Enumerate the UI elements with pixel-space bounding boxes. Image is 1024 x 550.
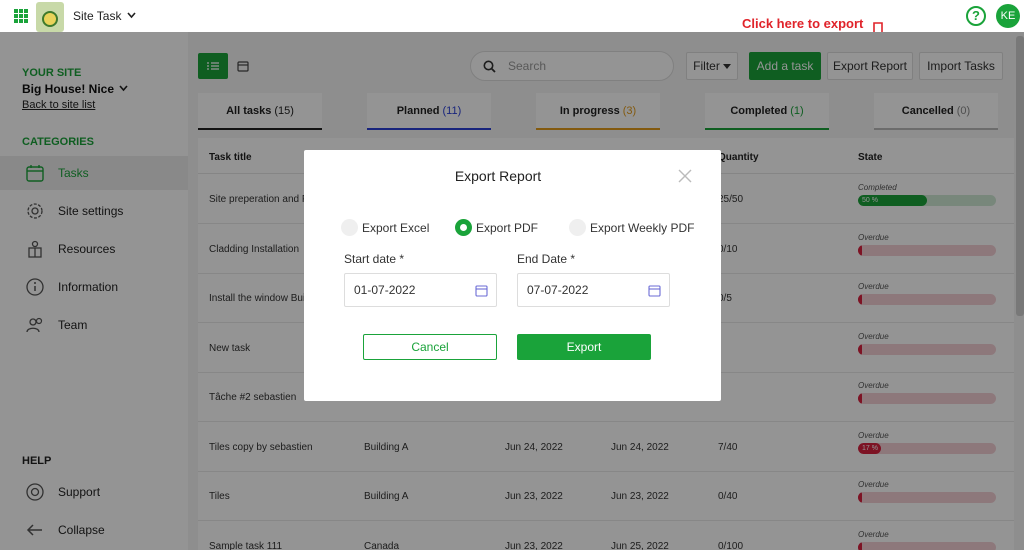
end-date-value: 07-07-2022	[527, 283, 589, 297]
apps-grid-icon[interactable]	[14, 9, 28, 23]
radio-label: Export PDF	[476, 220, 539, 235]
site-logo	[36, 2, 64, 32]
radio-button-selected-icon	[455, 219, 472, 236]
start-date-value: 01-07-2022	[354, 283, 416, 297]
radio-export-weekly-pdf[interactable]: Export Weekly PDF	[569, 219, 694, 236]
radio-export-pdf[interactable]: Export PDF	[455, 219, 538, 236]
cancel-button[interactable]: Cancel	[363, 334, 497, 360]
site-switcher[interactable]: Site Task	[73, 9, 136, 23]
radio-button-icon	[341, 219, 358, 236]
export-report-modal: Export Report Export Excel Export PDF Ex…	[304, 150, 721, 401]
close-icon[interactable]	[676, 167, 694, 185]
calendar-icon[interactable]	[648, 284, 661, 297]
calendar-icon[interactable]	[475, 284, 488, 297]
help-icon[interactable]: ?	[966, 6, 986, 26]
chevron-down-icon	[127, 12, 136, 19]
radio-button-icon	[569, 219, 586, 236]
start-date-field[interactable]: 01-07-2022	[344, 273, 497, 307]
radio-export-excel[interactable]: Export Excel	[341, 219, 429, 236]
radio-label: Export Weekly PDF	[590, 220, 695, 235]
app-title: Site Task	[73, 9, 122, 23]
modal-title: Export Report	[454, 168, 542, 184]
end-date-label: End Date *	[517, 252, 576, 266]
start-date-label: Start date *	[344, 252, 405, 266]
avatar[interactable]: KE	[996, 4, 1020, 28]
end-date-field[interactable]: 07-07-2022	[517, 273, 670, 307]
radio-label: Export Excel	[362, 220, 430, 235]
top-bar: Site Task Click here to export report ? …	[0, 0, 1024, 60]
export-button[interactable]: Export	[517, 334, 651, 360]
